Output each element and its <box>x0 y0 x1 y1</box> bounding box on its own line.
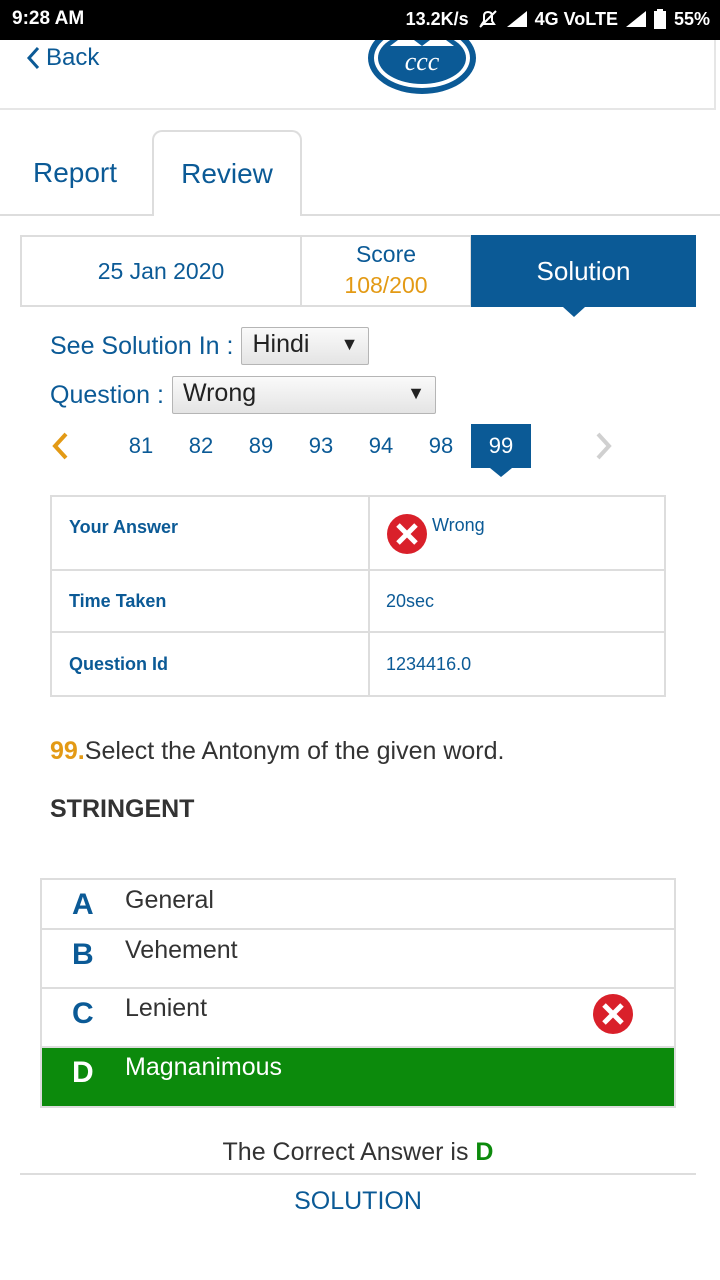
question-filter-select[interactable]: Wrong ▼ <box>171 376 436 414</box>
option-letter: B <box>72 938 94 971</box>
app-header: Back ccc <box>0 40 716 110</box>
option-letter: C <box>72 997 94 1030</box>
status-time: 9:28 AM <box>12 8 85 29</box>
score-label: Score <box>355 241 417 267</box>
option-text: Lenient <box>125 994 208 1022</box>
question-id-value: 1234416.0 <box>386 653 472 674</box>
option-text: Vehement <box>125 936 238 964</box>
question-filter-label: Question : <box>50 380 164 409</box>
wrong-icon <box>593 994 633 1034</box>
question-prompt: Select the Antonym of the given word. <box>84 737 505 765</box>
time-taken-label: Time Taken <box>52 571 370 631</box>
page-93[interactable]: 93 <box>291 424 351 468</box>
page-94[interactable]: 94 <box>351 424 411 468</box>
solution-language-row: See Solution In : Hindi ▼ <box>50 327 370 365</box>
question-filter-row: Question : Wrong ▼ <box>50 376 436 414</box>
options-list: A General B Vehement C Lenient D Magnani… <box>40 878 676 1108</box>
time-taken-value: 20sec <box>386 590 435 611</box>
summary-row: 25 Jan 2020 Score 108/200 Solution <box>20 235 696 317</box>
solution-language-value: Hindi <box>252 330 310 358</box>
question-id-row: Question Id 1234416.0 <box>52 633 664 695</box>
question-pager: 81 82 89 93 94 98 99 <box>50 424 670 477</box>
chevron-left-icon[interactable] <box>50 430 70 462</box>
brand-logo: ccc <box>368 40 476 94</box>
chevron-right-icon[interactable] <box>594 430 614 462</box>
your-answer-cell: Wrong <box>370 497 664 569</box>
status-indicators: 13.2K/s 4G VoLTE 55% <box>406 8 710 30</box>
solution-language-label: See Solution In : <box>50 331 234 360</box>
option-text: General <box>125 886 214 914</box>
chevron-left-icon <box>26 46 40 70</box>
page-81[interactable]: 81 <box>111 424 171 468</box>
time-taken-row: Time Taken 20sec <box>52 571 664 633</box>
page-98[interactable]: 98 <box>411 424 471 468</box>
test-date: 25 Jan 2020 <box>20 235 302 307</box>
option-c[interactable]: C Lenient <box>42 989 674 1048</box>
tab-review[interactable]: Review <box>152 130 302 216</box>
wrong-icon <box>387 514 427 554</box>
page-82[interactable]: 82 <box>171 424 231 468</box>
dropdown-arrow-icon: ▼ <box>340 334 359 354</box>
signal-icon <box>625 11 646 27</box>
option-d-correct[interactable]: D Magnanimous <box>42 1048 674 1106</box>
logo-text: ccc <box>405 47 440 76</box>
question-id-label: Question Id <box>52 633 370 695</box>
page-99[interactable]: 99 <box>471 424 531 477</box>
back-label: Back <box>46 44 100 71</box>
your-answer-value: Wrong <box>432 515 485 535</box>
correct-answer-line: The Correct Answer is D <box>0 1138 720 1167</box>
question-number: 99. <box>50 737 85 765</box>
battery-level: 55% <box>673 8 710 29</box>
question-filter-value: Wrong <box>182 379 257 407</box>
score-value: 108/200 <box>344 272 428 298</box>
correct-answer-letter: D <box>475 1138 494 1166</box>
question-text: 99.Select the Antonym of the given word. <box>50 737 504 766</box>
tab-bar: Report Review <box>0 130 720 216</box>
your-answer-label: Your Answer <box>52 497 370 569</box>
solution-language-select[interactable]: Hindi ▼ <box>241 327 370 365</box>
solution-button[interactable]: Solution <box>471 235 696 317</box>
status-bar: 9:28 AM 13.2K/s 4G VoLTE 55% <box>0 0 720 40</box>
option-letter: A <box>72 888 94 921</box>
solution-label: Solution <box>536 255 631 286</box>
score-cell: Score 108/200 <box>300 235 472 307</box>
option-a[interactable]: A General <box>42 880 674 930</box>
tab-report[interactable]: Report <box>0 130 150 216</box>
correct-answer-prefix: The Correct Answer is <box>222 1138 469 1166</box>
active-pointer <box>563 307 585 317</box>
solution-link[interactable]: SOLUTION <box>0 1187 716 1216</box>
divider <box>20 1173 696 1175</box>
battery-icon <box>653 9 666 29</box>
page-89[interactable]: 89 <box>231 424 291 468</box>
mute-bell-icon <box>478 10 497 28</box>
option-b[interactable]: B Vehement <box>42 930 674 989</box>
option-letter: D <box>72 1056 94 1089</box>
answer-info-table: Your Answer Wrong Time Taken 20sec Quest… <box>50 495 666 697</box>
network-type: 4G VoLTE <box>534 8 618 29</box>
question-word: STRINGENT <box>50 795 195 823</box>
your-answer-row: Your Answer Wrong <box>52 497 664 571</box>
option-text: Magnanimous <box>125 1053 283 1081</box>
signal-icon <box>506 11 527 27</box>
back-button[interactable]: Back <box>26 44 99 72</box>
dropdown-arrow-icon: ▼ <box>407 383 425 403</box>
net-speed: 13.2K/s <box>405 8 469 29</box>
